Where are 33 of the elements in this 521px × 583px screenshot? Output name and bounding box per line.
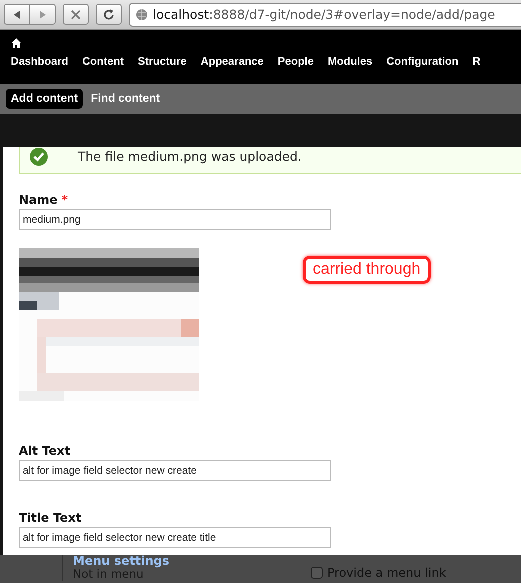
menu-link[interactable]: Content	[82, 56, 124, 68]
message-text: The file medium.png was uploaded.	[78, 149, 302, 164]
field-label: Title Text	[19, 511, 83, 525]
menu-link[interactable]: Appearance	[200, 56, 264, 68]
reload-button[interactable]	[96, 4, 122, 25]
menu-link[interactable]: People	[278, 56, 314, 68]
menu-link[interactable]: R	[472, 56, 481, 68]
back-button[interactable]	[4, 4, 30, 25]
text-field[interactable]: alt for image field selector new create title	[19, 527, 331, 548]
check-icon	[30, 148, 48, 166]
close-icon	[71, 10, 81, 20]
menu-link[interactable]: Configuration	[386, 56, 459, 68]
forward-button[interactable]	[30, 4, 56, 25]
field-label: Name *	[19, 193, 70, 207]
menu-link[interactable]: Modules	[328, 56, 373, 68]
forward-arrow-icon	[38, 10, 48, 20]
menu-link[interactable]: Dashboard	[11, 56, 68, 68]
back-arrow-icon	[12, 10, 22, 20]
stop-button[interactable]	[63, 4, 89, 25]
shortcut-link[interactable]: Find content	[86, 89, 166, 109]
checkbox[interactable]	[310, 567, 322, 579]
annotation-callout: carried through	[303, 256, 431, 284]
required-mark: *	[62, 193, 68, 207]
reload-icon	[103, 8, 115, 20]
shortcut-link[interactable]: Add content	[6, 89, 84, 109]
address-field[interactable]: localhost:8888/d7-git/node/3#overlay=node/add/page	[129, 2, 521, 26]
globe-icon	[136, 8, 148, 20]
text-field[interactable]: medium.png	[19, 209, 331, 230]
home-icon[interactable]	[11, 38, 22, 49]
field-label: Alt Text	[19, 444, 72, 458]
text-field[interactable]: alt for image field selector new create	[19, 460, 331, 481]
menu-link[interactable]: Structure	[138, 56, 187, 68]
menu-settings-tab[interactable]: Menu settings	[73, 555, 170, 568]
